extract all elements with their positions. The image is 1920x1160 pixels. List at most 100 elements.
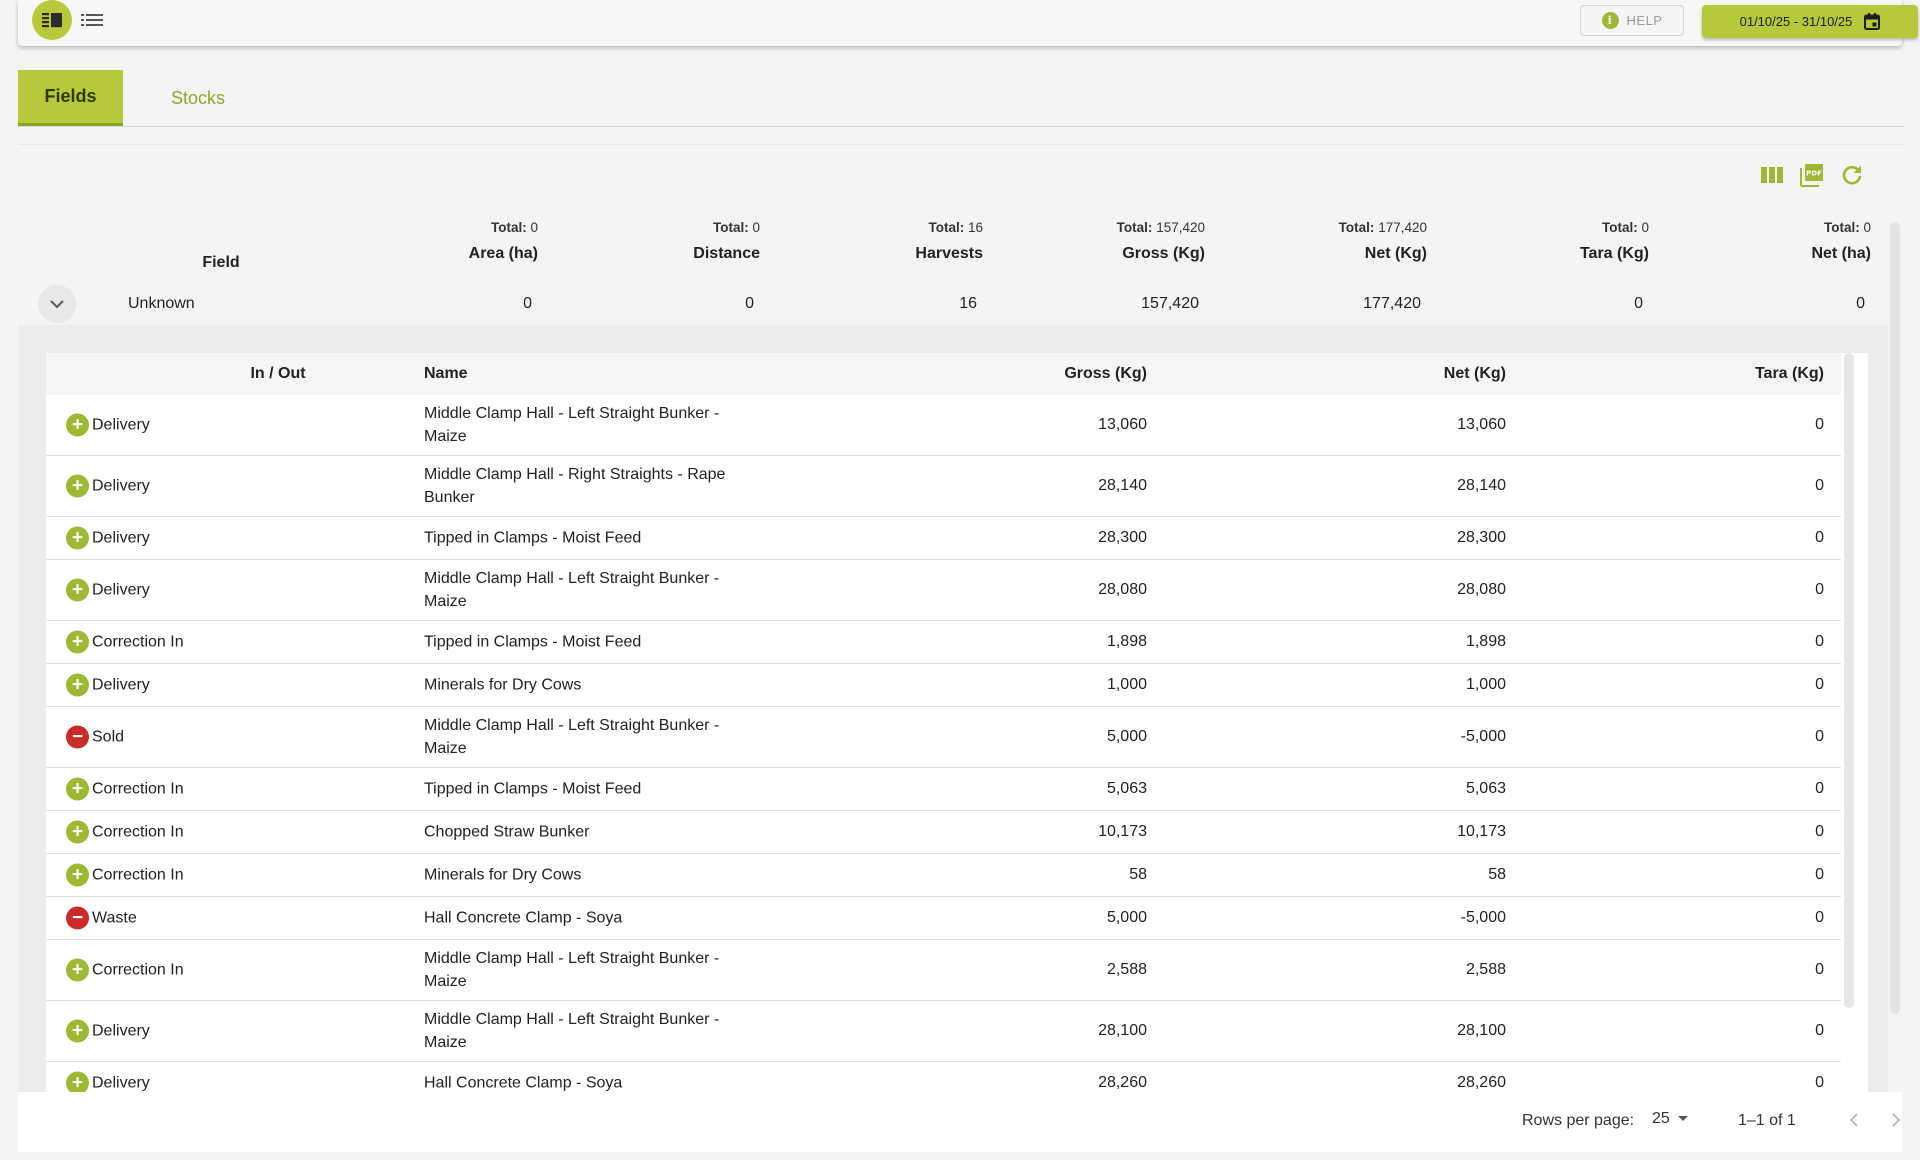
gross-cell: 13,060 bbox=[1098, 416, 1147, 433]
help-button[interactable]: i HELP bbox=[1580, 5, 1684, 36]
net-cell: 28,100 bbox=[1457, 1022, 1506, 1039]
sidebar-toggle-button[interactable] bbox=[32, 0, 72, 40]
tara-cell: 0 bbox=[1815, 1022, 1824, 1039]
group-tara: 0 bbox=[1634, 295, 1643, 312]
net-cell: -5,000 bbox=[1460, 728, 1506, 745]
io-label: Correction In bbox=[92, 823, 184, 840]
help-label: HELP bbox=[1626, 13, 1663, 28]
tara-cell: 0 bbox=[1815, 961, 1824, 978]
net-column[interactable]: Total: 177,420 Net (Kg) bbox=[1339, 220, 1427, 263]
chevron-left-icon bbox=[1849, 1113, 1858, 1127]
gross-kg-header[interactable]: Gross (Kg) bbox=[1064, 365, 1147, 383]
net-kg-header[interactable]: Net (Kg) bbox=[1444, 365, 1506, 383]
io-label: Delivery bbox=[92, 529, 150, 546]
sidebar-toggle-icon bbox=[42, 13, 62, 28]
table-row[interactable]: + Delivery Middle Clamp Hall - Left Straig… bbox=[46, 560, 1841, 621]
tara-cell: 0 bbox=[1815, 581, 1824, 598]
harvests-column[interactable]: Total: 16 Harvests bbox=[915, 220, 983, 263]
minus-circle-icon: − bbox=[66, 906, 89, 930]
table-row[interactable]: + Correction In Tipped in Clamps - Moist F… bbox=[46, 768, 1841, 811]
distance-column[interactable]: Total: 0 Distance bbox=[693, 220, 760, 263]
prev-page-button[interactable] bbox=[1840, 1106, 1868, 1134]
field-column-header[interactable]: Field bbox=[18, 254, 424, 272]
gross-cell: 28,260 bbox=[1098, 1074, 1147, 1091]
area-column[interactable]: Total: 0 Area (ha) bbox=[469, 220, 538, 263]
table-row[interactable]: + Delivery Middle Clamp Hall - Right Strai… bbox=[46, 456, 1841, 517]
caret-down-icon bbox=[1677, 1116, 1688, 1121]
tara-cell: 0 bbox=[1815, 477, 1824, 494]
net-cell: -5,000 bbox=[1460, 909, 1506, 926]
io-cell: + Correction In bbox=[66, 863, 184, 887]
plus-circle-icon: + bbox=[66, 526, 89, 550]
table-row[interactable]: + Delivery Minerals for Dry Cows 1,000 1,000… bbox=[46, 664, 1841, 707]
tara-cell: 0 bbox=[1815, 728, 1824, 745]
tab-fields[interactable]: Fields bbox=[18, 70, 123, 126]
io-label: Correction In bbox=[92, 866, 184, 883]
gross-cell: 28,080 bbox=[1098, 581, 1147, 598]
io-cell: + Delivery bbox=[66, 578, 150, 602]
io-cell: + Correction In bbox=[66, 630, 184, 654]
table-row[interactable]: + Correction In Middle Clamp Hall - Left S… bbox=[46, 940, 1841, 1001]
io-cell: + Delivery bbox=[66, 1071, 150, 1092]
table-row[interactable]: − Waste Hall Concrete Clamp - Soya 5,000 -5,… bbox=[46, 897, 1841, 940]
gross-column[interactable]: Total: 157,420 Gross (Kg) bbox=[1117, 220, 1205, 263]
table-row[interactable]: + Delivery Middle Clamp Hall - Left Straig… bbox=[46, 395, 1841, 456]
group-name: Unknown bbox=[128, 295, 195, 312]
group-row[interactable]: Unknown 0 0 16 157,420 177,420 0 0 bbox=[18, 285, 1888, 325]
table-row[interactable]: + Delivery Hall Concrete Clamp - Soya 28,26… bbox=[46, 1062, 1841, 1092]
pdf-icon: PDF bbox=[1800, 164, 1823, 187]
net-cell: 28,080 bbox=[1457, 581, 1506, 598]
table-row[interactable]: + Correction In Tipped in Clamps - Moist F… bbox=[46, 621, 1841, 664]
gross-cell: 28,100 bbox=[1098, 1022, 1147, 1039]
net-ha-header: Net (ha) bbox=[1811, 245, 1871, 262]
group-area: 0 bbox=[523, 295, 532, 312]
io-label: Correction In bbox=[92, 961, 184, 978]
tara-kg-header[interactable]: Tara (Kg) bbox=[1755, 365, 1824, 383]
calendar-icon bbox=[1864, 13, 1881, 30]
io-cell: + Delivery bbox=[66, 474, 150, 498]
net-cell: 58 bbox=[1488, 866, 1506, 883]
table-row[interactable]: + Correction In Minerals for Dry Cows 58 58 0 bbox=[46, 854, 1841, 897]
net-ha-column[interactable]: Total: 0 Net (ha) bbox=[1811, 220, 1871, 263]
table-row[interactable]: + Delivery Middle Clamp Hall - Left Straig… bbox=[46, 1001, 1841, 1062]
next-page-button[interactable] bbox=[1882, 1106, 1910, 1134]
refresh-icon bbox=[1842, 165, 1862, 185]
list-view-button[interactable] bbox=[80, 10, 104, 32]
tara-header: Tara (Kg) bbox=[1579, 245, 1649, 262]
date-range-button[interactable]: 01/10/25 - 31/10/25 bbox=[1702, 5, 1918, 38]
name-cell: Middle Clamp Hall - Right Straights - Ra… bbox=[424, 466, 726, 506]
collapse-button[interactable] bbox=[38, 285, 76, 323]
tara-cell: 0 bbox=[1815, 909, 1824, 926]
minus-circle-icon: − bbox=[66, 725, 89, 749]
table-row[interactable]: + Delivery Tipped in Clamps - Moist Feed 28… bbox=[46, 517, 1841, 560]
io-label: Correction In bbox=[92, 780, 184, 797]
table-row[interactable]: + Correction In Chopped Straw Bunker 10,173… bbox=[46, 811, 1841, 854]
pdf-export-button[interactable]: PDF bbox=[1798, 162, 1826, 188]
table-row[interactable]: − Sold Middle Clamp Hall - Left Straight B… bbox=[46, 707, 1841, 768]
page-range: 1–1 of 1 bbox=[1738, 1112, 1796, 1129]
gross-cell: 28,140 bbox=[1098, 477, 1147, 494]
io-header[interactable]: In / Out bbox=[198, 365, 358, 383]
io-label: Delivery bbox=[92, 1022, 150, 1039]
net-cell: 10,173 bbox=[1457, 823, 1506, 840]
columns-button[interactable] bbox=[1758, 162, 1786, 188]
divider bbox=[18, 144, 1904, 145]
name-cell: Tipped in Clamps - Moist Feed bbox=[424, 633, 642, 651]
net-ha-total: Total: 0 bbox=[1823, 220, 1871, 235]
tara-cell: 0 bbox=[1815, 633, 1824, 650]
rows-per-page-select[interactable]: 25 bbox=[1652, 1110, 1688, 1128]
io-label: Sold bbox=[92, 728, 125, 745]
refresh-button[interactable] bbox=[1838, 162, 1866, 188]
main-scrollbar[interactable] bbox=[1890, 222, 1900, 1014]
tara-cell: 0 bbox=[1815, 823, 1824, 840]
tara-column[interactable]: Total: 0 Tara (Kg) bbox=[1580, 220, 1649, 263]
detail-scrollbar[interactable] bbox=[1844, 353, 1854, 1008]
gross-cell: 5,000 bbox=[1106, 909, 1147, 926]
name-header[interactable]: Name bbox=[424, 365, 468, 383]
io-cell: + Correction In bbox=[66, 958, 184, 982]
detail-panel: In / Out Name Gross (Kg) Net (Kg) Tara (… bbox=[18, 325, 1888, 1092]
group-net: 177,420 bbox=[1363, 295, 1421, 312]
tab-stocks[interactable]: Stocks bbox=[123, 70, 273, 126]
name-cell: Tipped in Clamps - Moist Feed bbox=[424, 529, 642, 547]
name-cell: Middle Clamp Hall - Left Straight Bunker… bbox=[424, 1011, 720, 1051]
